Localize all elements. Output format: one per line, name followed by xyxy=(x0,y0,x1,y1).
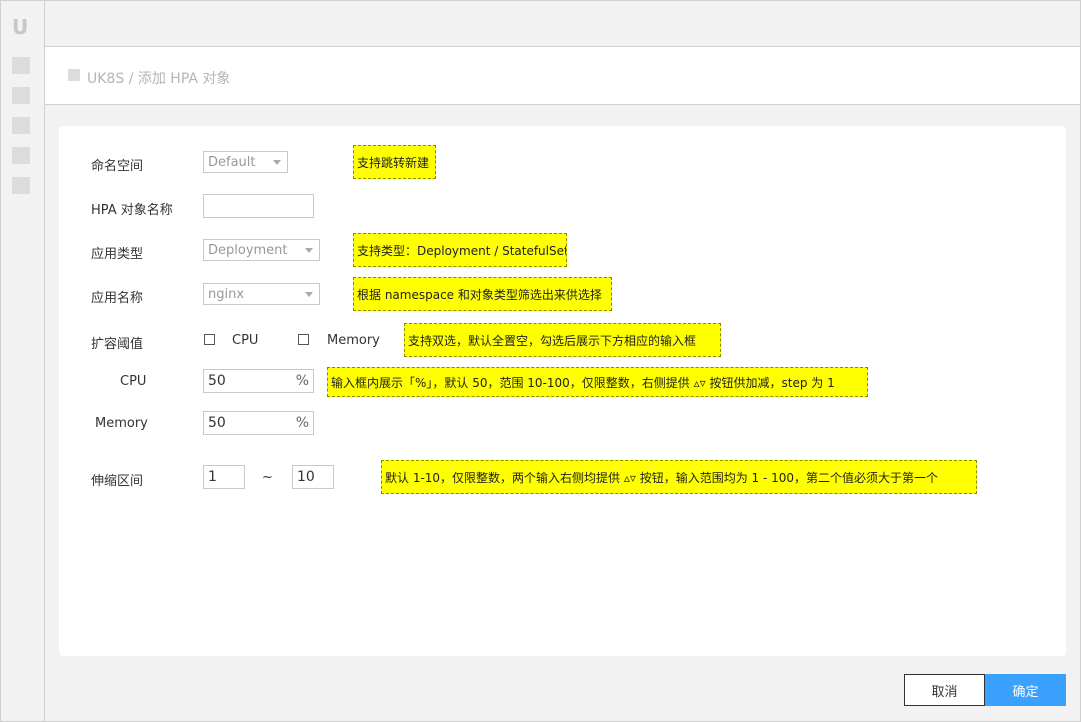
chevron-down-icon xyxy=(305,292,313,297)
chevron-down-icon xyxy=(305,248,313,253)
namespace-note: 支持跳转新建 xyxy=(353,145,436,179)
memory-unit: % xyxy=(295,415,309,431)
threshold-label: 扩容阈值 xyxy=(91,337,144,352)
scale-min-value: 1 xyxy=(208,469,217,485)
memory-label: Memory xyxy=(95,416,148,431)
namespace-label: 命名空间 xyxy=(91,159,144,174)
sidebar-nav-item-5[interactable] xyxy=(12,177,30,194)
breadcrumb-bar: UK8S / 添加 HPA 对象 xyxy=(45,46,1080,105)
breadcrumb: UK8S / 添加 HPA 对象 xyxy=(87,68,230,88)
namespace-select[interactable]: Default xyxy=(203,151,288,173)
scale-min-input[interactable]: 1 xyxy=(203,465,245,489)
memory-checkbox-label[interactable]: Memory xyxy=(327,333,380,348)
top-bar xyxy=(45,1,1080,46)
app-type-select[interactable]: Deployment xyxy=(203,239,320,261)
scale-range-label: 伸缩区间 xyxy=(91,474,144,489)
memory-input[interactable]: 50 % xyxy=(203,411,314,435)
range-separator: ~ xyxy=(262,470,273,485)
cpu-value: 50 xyxy=(208,373,226,389)
app-type-note: 支持类型：Deployment / StatefulSet xyxy=(353,233,567,267)
sidebar: U xyxy=(1,1,45,721)
app-name-value: nginx xyxy=(208,287,245,302)
confirm-button[interactable]: 确定 xyxy=(985,674,1066,706)
app-name-select[interactable]: nginx xyxy=(203,283,320,305)
sidebar-nav-item-2[interactable] xyxy=(12,87,30,104)
sidebar-nav-item-1[interactable] xyxy=(12,57,30,74)
hpa-name-label: HPA 对象名称 xyxy=(91,203,173,218)
scale-range-note: 默认 1-10，仅限整数，两个输入右侧均提供 ▵▿ 按钮，输入范围均为 1 - … xyxy=(381,460,977,494)
chevron-down-icon xyxy=(273,160,281,165)
cpu-checkbox[interactable] xyxy=(204,334,215,345)
app-name-note: 根据 namespace 和对象类型筛选出来供选择 xyxy=(353,277,612,311)
threshold-note: 支持双选，默认全置空，勾选后展示下方相应的输入框 xyxy=(404,323,721,357)
namespace-value: Default xyxy=(208,155,256,170)
hpa-name-input[interactable] xyxy=(203,194,314,218)
breadcrumb-current: 添加 HPA 对象 xyxy=(137,71,231,87)
breadcrumb-root[interactable]: UK8S xyxy=(87,71,124,87)
app-type-value: Deployment xyxy=(208,243,288,258)
cpu-input[interactable]: 50 % xyxy=(203,369,314,393)
sidebar-nav-item-4[interactable] xyxy=(12,147,30,164)
memory-value: 50 xyxy=(208,415,226,431)
breadcrumb-icon xyxy=(68,69,80,81)
app-type-label: 应用类型 xyxy=(91,247,144,262)
cpu-unit: % xyxy=(295,373,309,389)
breadcrumb-separator: / xyxy=(128,71,134,87)
memory-checkbox[interactable] xyxy=(298,334,309,345)
sidebar-nav-item-3[interactable] xyxy=(12,117,30,134)
cpu-checkbox-label[interactable]: CPU xyxy=(232,333,258,348)
cpu-note: 输入框内展示「%」，默认 50，范围 10-100，仅限整数，右侧提供 ▵▿ 按… xyxy=(327,367,868,397)
scale-max-value: 10 xyxy=(297,469,315,485)
app-name-label: 应用名称 xyxy=(91,291,144,306)
cancel-button[interactable]: 取消 xyxy=(904,674,985,706)
app-logo: U xyxy=(12,15,29,39)
scale-max-input[interactable]: 10 xyxy=(292,465,334,489)
cpu-label: CPU xyxy=(120,374,147,389)
